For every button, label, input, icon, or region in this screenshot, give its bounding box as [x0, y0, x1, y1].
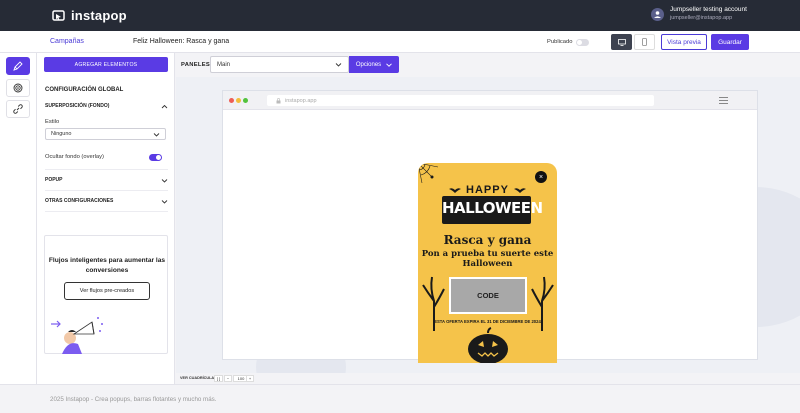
divider — [45, 211, 168, 212]
chevron-down-icon — [161, 199, 168, 204]
chevron-down-icon — [161, 178, 168, 183]
zoom-in-button[interactable]: + — [246, 375, 254, 382]
options-label: Opciones — [355, 61, 382, 68]
global-config-title: CONFIGURACIÓN GLOBAL — [45, 87, 124, 93]
chevron-down-icon — [335, 63, 342, 67]
popup-headline: Rasca y gana — [443, 233, 532, 247]
popup-happy-text: HAPPY — [466, 184, 509, 196]
desktop-icon — [617, 38, 626, 46]
style-select-value: Ninguno — [51, 131, 72, 137]
divider — [45, 190, 168, 191]
menu-icon — [719, 97, 728, 104]
desktop-view-button[interactable] — [611, 34, 632, 50]
zoom-out-button[interactable]: − — [224, 375, 232, 382]
show-grid-toggle[interactable]: VER CUADRÍCULA — [180, 376, 214, 380]
icon-rail — [0, 53, 37, 384]
popup-halloween-text: HALLOWEEN — [442, 199, 543, 217]
scratch-code-box[interactable]: CODE — [449, 277, 527, 314]
style-label: Estilo — [45, 119, 60, 125]
view-flows-button[interactable]: Ver flujos pre-creados — [64, 282, 150, 300]
popup-close-button[interactable]: × — [535, 171, 547, 183]
browser-bar: instapop.app — [223, 91, 757, 110]
published-label: Publicado — [547, 39, 573, 45]
zoom-bar: VER CUADRÍCULA [ ] − 100 + — [176, 373, 800, 384]
spiderweb-icon — [418, 163, 439, 184]
url-bar: instapop.app — [267, 95, 654, 106]
save-button[interactable]: Guardar — [711, 34, 749, 50]
megaphone-illustration-icon — [51, 317, 103, 354]
scratch-code-text: CODE — [477, 291, 499, 300]
lock-icon — [276, 97, 281, 103]
popup-subheadline: Pon a prueba tu suerte este Halloween — [421, 249, 554, 269]
chevron-down-icon — [386, 62, 392, 67]
published-toggle[interactable] — [576, 39, 589, 46]
chevron-up-icon — [161, 104, 168, 108]
overlay-section-header[interactable]: SUPERPOSICIÓN (FONDO) — [45, 103, 168, 109]
editor-canvas: instapop.app × HAPPY HALLOWEEN Rasca y g… — [176, 77, 800, 373]
avatar — [651, 7, 664, 21]
panels-label: PANELES — [181, 62, 211, 68]
divider — [45, 169, 168, 170]
add-elements-button[interactable]: AGREGAR ELEMENTOS — [44, 57, 168, 72]
target-icon — [13, 83, 23, 93]
close-dot — [229, 98, 234, 103]
popup-section-header[interactable]: POPUP — [45, 177, 168, 183]
browser-mockup: instapop.app × HAPPY HALLOWEEN Rasca y g… — [223, 91, 757, 363]
top-bar: instapop Jumpseller testing account jump… — [0, 0, 800, 31]
fit-button[interactable]: [ ] — [214, 375, 223, 382]
mobile-view-button[interactable] — [634, 34, 655, 50]
other-config-section-label: OTRAS CONFIGURACIONES — [45, 198, 114, 204]
rail-integrations-button[interactable] — [6, 100, 30, 118]
popup-section-label: POPUP — [45, 177, 63, 183]
preview-button[interactable]: Vista previa — [661, 34, 707, 50]
pen-icon — [13, 61, 23, 71]
rail-design-button[interactable] — [6, 57, 30, 75]
editor-header: Campañas Feliz Halloween: Rasca y gana P… — [0, 31, 800, 53]
hide-overlay-label: Ocultar fondo (overlay) — [45, 154, 104, 160]
url-text: instapop.app — [285, 97, 317, 104]
rail-targeting-button[interactable] — [6, 79, 30, 97]
account-email: jumpseller@instapop.app — [670, 15, 733, 21]
instapop-logo-icon — [52, 9, 65, 21]
mobile-icon — [642, 38, 647, 46]
overlay-section-label: SUPERPOSICIÓN (FONDO) — [45, 103, 110, 109]
panel-select[interactable]: Main — [210, 56, 349, 73]
user-icon — [654, 10, 661, 18]
footer-text: 2025 Instapop - Crea popups, barras flot… — [50, 396, 217, 403]
campaigns-link[interactable]: Campañas — [50, 38, 84, 45]
brand-logo[interactable]: instapop — [52, 8, 127, 23]
page-footer: 2025 Instapop - Crea popups, barras flot… — [0, 384, 800, 413]
page-title: Feliz Halloween: Rasca y gana — [133, 38, 230, 45]
link-icon — [13, 104, 23, 114]
brand-name: instapop — [71, 8, 127, 23]
chevron-down-icon — [153, 132, 160, 137]
minimize-dot — [236, 98, 241, 103]
canvas-toolbar: PANELES Main Opciones — [175, 53, 800, 77]
account-name: Jumpseller testing account — [670, 6, 747, 13]
hide-overlay-toggle[interactable] — [149, 154, 162, 161]
promo-title: Flujos inteligentes para aumentar las co… — [48, 257, 166, 274]
smart-flows-promo: Flujos inteligentes para aumentar las co… — [44, 235, 168, 354]
pumpkin-icon — [468, 327, 508, 363]
panel-select-value: Main — [217, 61, 231, 68]
offer-expiry-text: ESTA OFERTA EXPIRA EL 31 DE DICIEMBRE DE… — [434, 319, 541, 324]
account-menu[interactable]: Jumpseller testing account jumpseller@in… — [651, 6, 747, 22]
maximize-dot — [243, 98, 248, 103]
style-select[interactable]: Ninguno — [45, 128, 166, 140]
settings-panel: AGREGAR ELEMENTOS CONFIGURACIÓN GLOBAL S… — [37, 53, 175, 384]
halloween-popup[interactable]: × HAPPY HALLOWEEN Rasca y gana Pon a pru… — [418, 163, 557, 363]
other-config-section-header[interactable]: OTRAS CONFIGURACIONES — [45, 198, 168, 204]
options-button[interactable]: Opciones — [349, 56, 399, 73]
